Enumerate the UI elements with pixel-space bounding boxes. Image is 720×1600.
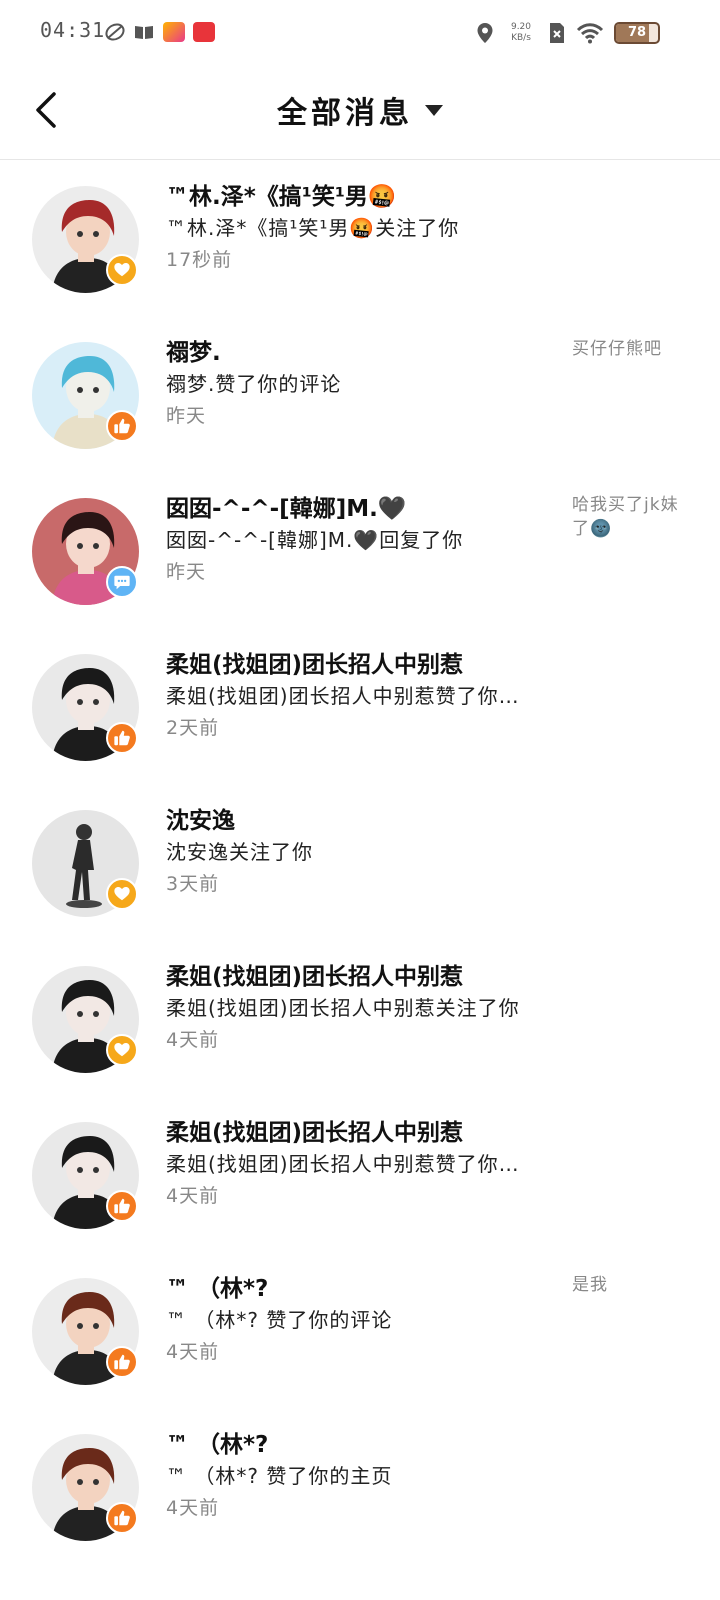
timestamp: 4天前 [166,1185,220,1207]
location-icon [477,23,493,43]
sender-name[interactable]: 囡囡-^-^-[韓娜]M.🖤 [166,493,556,525]
notification-text: 柔姐(找姐团)团长招人中别惹赞了你… [166,684,520,708]
thumbs-up-icon [106,410,138,442]
sender-name[interactable]: 柔姐(找姐团)团长招人中别惹 [166,1117,556,1149]
notification-text: 囡囡-^-^-[韓娜]M.🖤回复了你 [166,528,464,552]
thumbs-up-icon [106,1346,138,1378]
notification-text: 柔姐(找姐团)团长招人中别惹关注了你 [166,996,520,1020]
comment-preview[interactable]: 是我 [572,1273,682,1297]
app-icon-2 [193,22,215,42]
sim-x-icon [550,23,564,43]
page-title: 全部消息 [277,96,413,131]
sender-name[interactable]: ™ （林*? [166,1429,556,1461]
notification-item[interactable]: 禤梦. 禤梦.赞了你的评论 昨天 买仔仔熊吧 [0,317,720,473]
notification-item[interactable]: 柔姐(找姐团)团长招人中别惹柔姐(找姐团)团长招人中别惹赞了你… 4天前 [0,1097,720,1253]
notification-text: ™ （林*? 赞了你的主页 [166,1464,393,1488]
heart-icon [106,1034,138,1066]
notification-item[interactable]: 沈安逸沈安逸关注了你 3天前 [0,785,720,941]
message-filter-dropdown[interactable]: 全部消息 [0,88,720,132]
book-icon [135,26,153,39]
notification-item[interactable]: ™ （林*? ™ （林*? 赞了你的主页 4天前 [0,1409,720,1565]
notification-item[interactable]: 柔姐(找姐团)团长招人中别惹柔姐(找姐团)团长招人中别惹关注了你 4天前 [0,941,720,1097]
notification-list: ™林.泽*《搞¹笑¹男🤬 ™林.泽*《搞¹笑¹男🤬关注了你 17秒前禤梦. 禤梦.赞了… [0,161,720,1565]
comment-preview[interactable]: 买仔仔熊吧 [572,337,682,361]
heart-icon [106,254,138,286]
leaf-icon [105,23,125,41]
sender-name[interactable]: ™林.泽*《搞¹笑¹男🤬 [166,181,556,213]
timestamp: 4天前 [166,1341,220,1363]
comment-icon [106,566,138,598]
top-nav-bar: 全部消息 [0,64,720,160]
notification-item[interactable]: 柔姐(找姐团)团长招人中别惹柔姐(找姐团)团长招人中别惹赞了你… 2天前 [0,629,720,785]
timestamp: 昨天 [166,561,207,583]
timestamp: 4天前 [166,1029,220,1051]
caret-down-icon [425,104,443,116]
notification-text: 沈安逸关注了你 [166,840,313,864]
heart-icon [106,878,138,910]
notification-item[interactable]: ™ （林*? ™ （林*? 赞了你的评论 4天前 是我 [0,1253,720,1409]
notification-text: 禤梦.赞了你的评论 [166,372,342,396]
sender-name[interactable]: 沈安逸 [166,805,556,837]
notification-text: ™林.泽*《搞¹笑¹男🤬关注了你 [166,216,460,240]
timestamp: 3天前 [166,873,220,895]
status-time: 04:31 [40,18,106,42]
sender-name[interactable]: 柔姐(找姐团)团长招人中别惹 [166,649,556,681]
network-speed: 9.20 KB/s [510,22,532,43]
thumbs-up-icon [106,1502,138,1534]
sender-name[interactable]: ™ （林*? [166,1273,556,1305]
sender-name[interactable]: 禤梦. [166,337,556,369]
timestamp: 4天前 [166,1497,220,1519]
battery-icon: 78 [614,22,660,44]
status-bar: 04:31 9.20 KB/s 78 [0,0,720,64]
timestamp: 昨天 [166,405,207,427]
notification-item[interactable]: 囡囡-^-^-[韓娜]M.🖤 囡囡-^-^-[韓娜]M.🖤回复了你 昨天 哈我买了jk… [0,473,720,629]
wifi-icon [576,23,604,44]
thumbs-up-icon [106,722,138,754]
sender-name[interactable]: 柔姐(找姐团)团长招人中别惹 [166,961,556,993]
notification-text: 柔姐(找姐团)团长招人中别惹赞了你… [166,1152,520,1176]
timestamp: 2天前 [166,717,220,739]
notification-text: ™ （林*? 赞了你的评论 [166,1308,393,1332]
timestamp: 17秒前 [166,249,233,271]
comment-preview[interactable]: 哈我买了jk妹了🌚 [572,493,682,541]
notification-item[interactable]: ™林.泽*《搞¹笑¹男🤬 ™林.泽*《搞¹笑¹男🤬关注了你 17秒前 [0,161,720,317]
app-icon-1 [163,22,185,42]
thumbs-up-icon [106,1190,138,1222]
